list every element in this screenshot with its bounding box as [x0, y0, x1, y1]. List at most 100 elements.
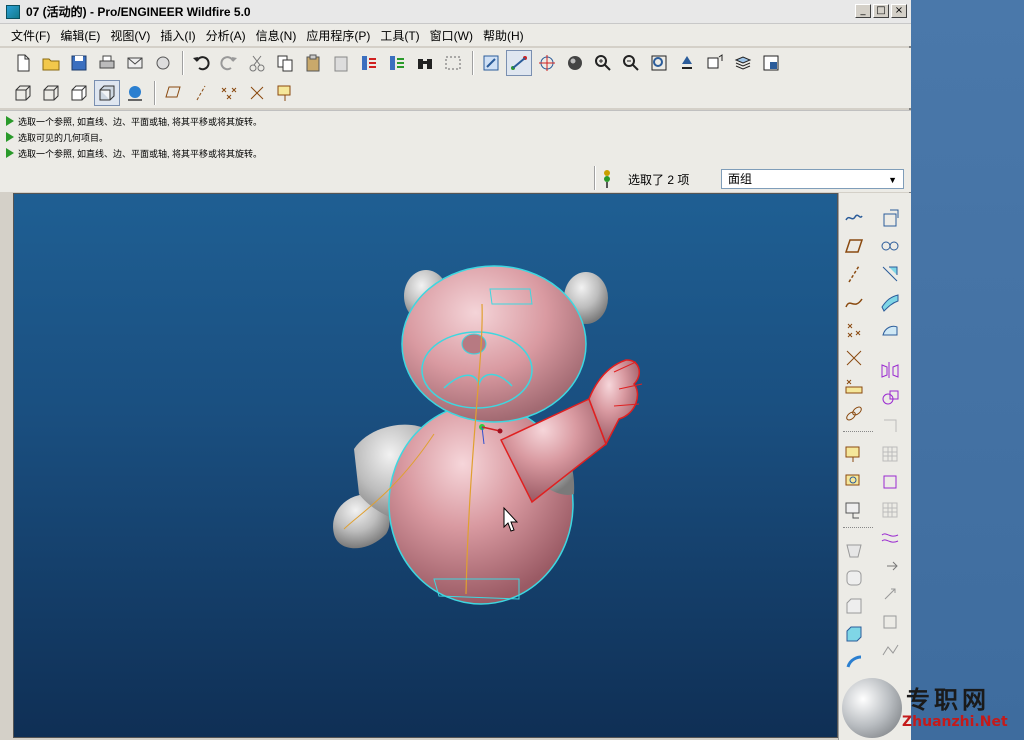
new-file-icon[interactable]: [10, 50, 36, 76]
trim-icon[interactable]: [879, 415, 901, 437]
nose: [461, 333, 487, 355]
model-view[interactable]: [14, 194, 838, 738]
saved-views-icon[interactable]: [702, 50, 728, 76]
datum-plane-icon[interactable]: [843, 235, 865, 257]
shading-sphere-icon[interactable]: [562, 50, 588, 76]
menu-insert[interactable]: 插入(I): [155, 27, 200, 44]
paste-special-icon[interactable]: [328, 50, 354, 76]
style-icon[interactable]: [879, 319, 901, 341]
menu-info[interactable]: 信息(N): [251, 27, 302, 44]
message-line: 选取一个参照, 如直线、边、平面或轴, 将其平移或将其旋转。: [0, 113, 911, 129]
refit-icon[interactable]: [646, 50, 672, 76]
pattern-icon[interactable]: [879, 443, 901, 465]
annotation-display-icon[interactable]: [272, 80, 298, 106]
orient-mode-icon[interactable]: [506, 50, 532, 76]
edit-feature-icon[interactable]: [879, 207, 901, 229]
intersect-icon[interactable]: [879, 471, 901, 493]
send-link-icon[interactable]: [150, 50, 176, 76]
menu-edit[interactable]: 编辑(E): [55, 27, 105, 44]
title-bar: 07 (活动的) - Pro/ENGINEER Wildfire 5.0 _ □…: [0, 0, 911, 24]
extend-icon[interactable]: [879, 639, 901, 661]
datum-point-icon[interactable]: [843, 319, 865, 341]
zoom-in-icon[interactable]: [590, 50, 616, 76]
message-area: 选取一个参照, 如直线、边、平面或轴, 将其平移或将其旋转。 选取可见的几何项目…: [0, 110, 911, 166]
save-icon[interactable]: [66, 50, 92, 76]
minimize-button[interactable]: _: [855, 4, 871, 18]
open-folder-icon[interactable]: [38, 50, 64, 76]
application-window: 07 (活动的) - Pro/ENGINEER Wildfire 5.0 _ □…: [0, 0, 1008, 740]
copy-icon[interactable]: [272, 50, 298, 76]
filter-value: 面组: [728, 172, 753, 186]
status-row: 选取了 2 项 面组 ▼: [0, 166, 911, 192]
menu-tools[interactable]: 工具(T): [375, 27, 424, 44]
fill-icon[interactable]: [879, 499, 901, 521]
mirror-icon[interactable]: [879, 359, 901, 381]
rib-icon[interactable]: [843, 499, 865, 521]
variable-section-sweep-icon[interactable]: [879, 235, 901, 257]
datum-axis-icon[interactable]: [843, 263, 865, 285]
warp-icon[interactable]: [879, 527, 901, 549]
menu-view[interactable]: 视图(V): [105, 27, 155, 44]
window-title: 07 (活动的) - Pro/ENGINEER Wildfire 5.0: [26, 5, 251, 19]
cut-icon[interactable]: [244, 50, 270, 76]
search-binoculars-icon[interactable]: [412, 50, 438, 76]
datum-axis-display-icon[interactable]: [188, 80, 214, 106]
shell-icon[interactable]: [843, 471, 865, 493]
select-box-icon[interactable]: [440, 50, 466, 76]
csys-display-icon[interactable]: [244, 80, 270, 106]
menu-analysis[interactable]: 分析(A): [201, 27, 251, 44]
datum-plane-display-icon[interactable]: [160, 80, 186, 106]
analysis-feature-icon[interactable]: [843, 375, 865, 397]
paste-icon[interactable]: [300, 50, 326, 76]
message-line: 选取可见的几何项目。: [0, 129, 911, 145]
maximize-button[interactable]: □: [873, 4, 889, 18]
menu-window[interactable]: 窗口(W): [425, 27, 478, 44]
watermark: 专职网 Zhuanzhi.Net: [842, 678, 1024, 740]
hole-icon[interactable]: [843, 443, 865, 465]
chamfer-icon[interactable]: [843, 595, 865, 617]
traffic-light-icon: [604, 170, 610, 188]
enhanced-realism-icon[interactable]: [122, 80, 148, 106]
sketch-datum-curve-icon[interactable]: [843, 207, 865, 229]
swept-blend-icon[interactable]: [879, 263, 901, 285]
no-hidden-icon[interactable]: [66, 80, 92, 106]
round-icon[interactable]: [843, 567, 865, 589]
datum-curve-icon[interactable]: [843, 291, 865, 313]
regen-manager-icon[interactable]: [384, 50, 410, 76]
spin-center-icon[interactable]: [534, 50, 560, 76]
revolve-icon[interactable]: [843, 651, 865, 673]
solidify-icon[interactable]: [879, 611, 901, 633]
zoom-out-icon[interactable]: [618, 50, 644, 76]
send-mail-icon[interactable]: [122, 50, 148, 76]
offset-icon[interactable]: [879, 555, 901, 577]
print-icon[interactable]: [94, 50, 120, 76]
undo-icon[interactable]: [188, 50, 214, 76]
merge-icon[interactable]: [879, 387, 901, 409]
coordinate-system-icon[interactable]: [843, 347, 865, 369]
menu-help[interactable]: 帮助(H): [478, 27, 529, 44]
draft-icon[interactable]: [843, 539, 865, 561]
datum-point-display-icon[interactable]: [216, 80, 242, 106]
close-button[interactable]: ×: [891, 4, 907, 18]
boundary-blend-icon[interactable]: [879, 291, 901, 313]
navigator-strip[interactable]: [0, 193, 13, 738]
graphics-viewport[interactable]: [13, 193, 838, 738]
shaded-icon[interactable]: [94, 80, 120, 106]
redo-icon[interactable]: [216, 50, 242, 76]
extrude-icon[interactable]: [843, 623, 865, 645]
regenerate-icon[interactable]: [356, 50, 382, 76]
thicken-icon[interactable]: [879, 583, 901, 605]
message-line: 选取一个参照, 如直线、边、平面或轴, 将其平移或将其旋转。: [0, 145, 911, 161]
menu-applications[interactable]: 应用程序(P): [301, 27, 375, 44]
menu-bar: 文件(F) 编辑(E) 视图(V) 插入(I) 分析(A) 信息(N) 应用程序…: [0, 24, 911, 46]
watermark-text: 专职网: [906, 685, 990, 714]
layers-icon[interactable]: [730, 50, 756, 76]
repaint-icon[interactable]: [478, 50, 504, 76]
view-manager-icon[interactable]: [758, 50, 784, 76]
chain-icon[interactable]: [843, 403, 865, 425]
menu-file[interactable]: 文件(F): [6, 27, 55, 44]
hidden-line-icon[interactable]: [38, 80, 64, 106]
selection-filter-dropdown[interactable]: 面组 ▼: [721, 169, 904, 189]
wireframe-icon[interactable]: [10, 80, 36, 106]
reorient-icon[interactable]: [674, 50, 700, 76]
